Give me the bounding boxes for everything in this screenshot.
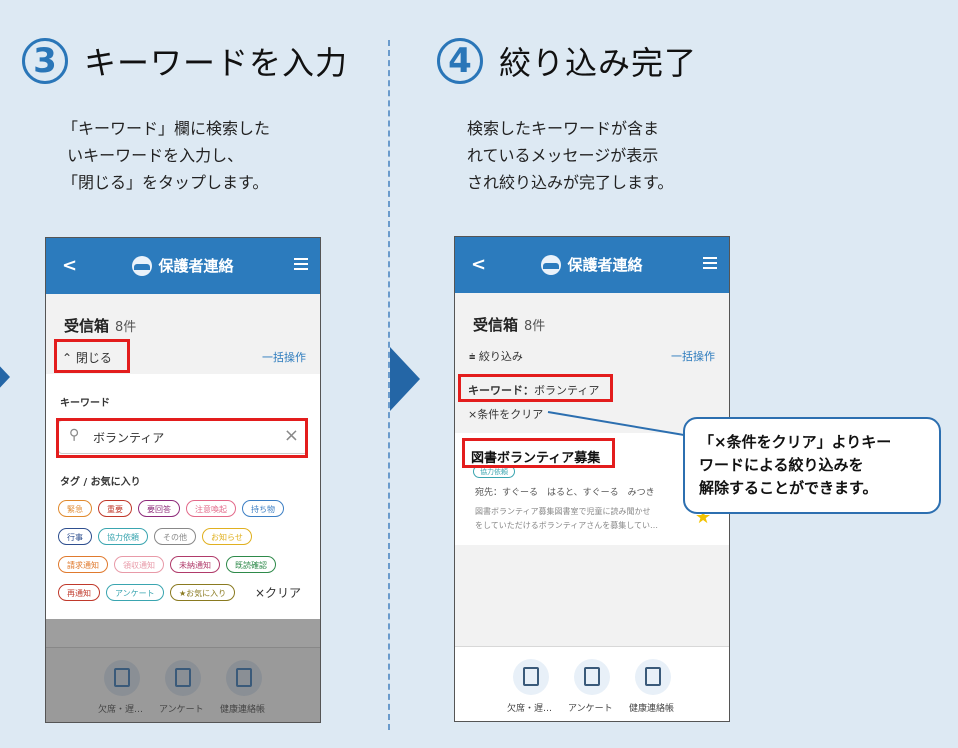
callout-tooltip: 「×条件をクリア」よりキー ワードによる絞り込みを 解除することができます。 — [683, 417, 941, 514]
callout-connector — [547, 411, 691, 437]
